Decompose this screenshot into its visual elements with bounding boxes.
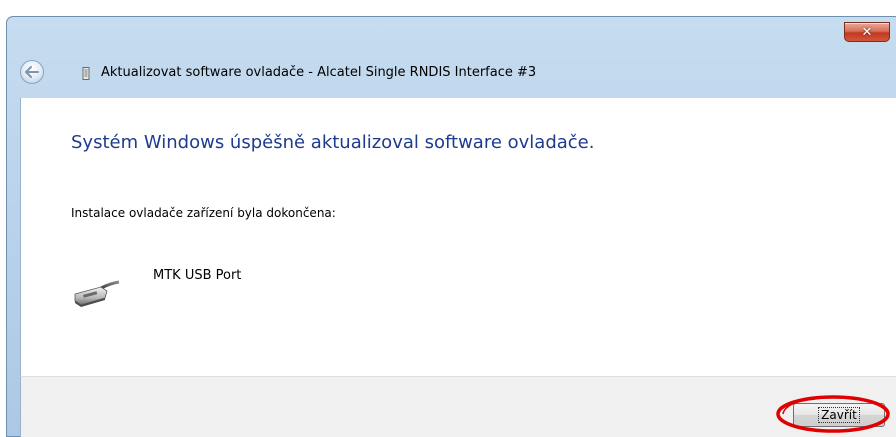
dialog-footer: Zavřít [20,376,896,437]
nav-bar: Aktualizovat software ovladače - Alcatel… [6,54,896,96]
device-name: MTK USB Port [153,268,242,283]
window-close-button[interactable]: ✕ [844,22,890,42]
device-icon [82,67,90,80]
close-dialog-button[interactable]: Zavřít [793,403,885,427]
window-title: Aktualizovat software ovladače - Alcatel… [101,65,537,80]
install-complete-text: Instalace ovladače zařízení byla dokonče… [71,206,336,220]
back-arrow-icon [25,66,39,78]
device-row: MTK USB Port [71,266,471,326]
close-button-label: Zavřít [818,407,860,423]
usb-cable-icon [74,280,120,307]
back-button[interactable] [20,60,44,84]
success-heading: Systém Windows úspěšně aktualizoval soft… [71,132,595,153]
content-area: Systém Windows úspěšně aktualizoval soft… [20,98,896,376]
desktop: ✕ Aktualizovat software ovladače - Alcat… [0,0,896,437]
close-icon: ✕ [861,24,873,40]
